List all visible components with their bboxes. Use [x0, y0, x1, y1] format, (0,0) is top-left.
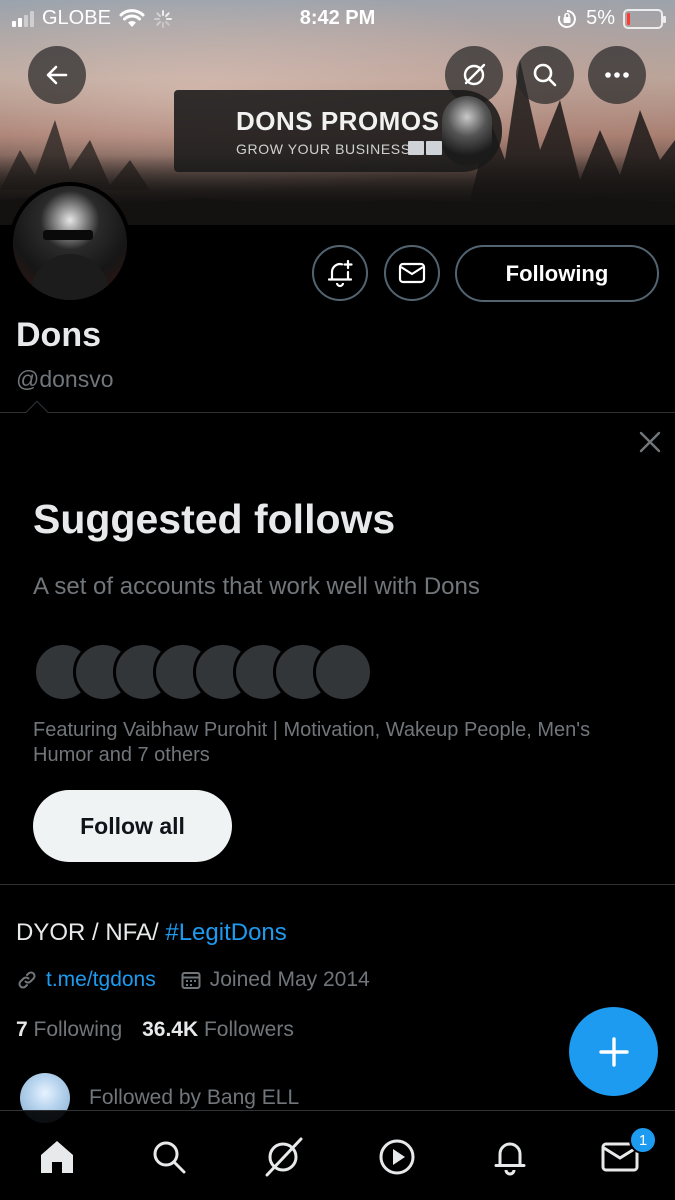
book-icon [408, 141, 442, 155]
status-bar: GLOBE 8:42 PM 5% [0, 0, 675, 40]
battery-icon [623, 8, 666, 29]
bio-hashtag-link[interactable]: #LegitDons [165, 919, 286, 946]
search-button[interactable] [516, 46, 574, 104]
back-arrow-icon [46, 65, 68, 85]
messages-badge: 1 [629, 1126, 657, 1154]
suggested-subtitle: A set of accounts that work well with Do… [33, 573, 480, 600]
home-icon [41, 1141, 73, 1173]
grok-icon [463, 63, 486, 86]
following-button[interactable]: Following [455, 245, 659, 302]
bio-text: DYOR / NFA/ [16, 919, 166, 946]
avatar-image [13, 186, 127, 300]
follow-counts: 7 Following 36.4K Followers [16, 1018, 294, 1042]
followers-count-link[interactable]: 36.4K Followers [142, 1018, 294, 1041]
divider [0, 412, 675, 413]
follow-all-button[interactable]: Follow all [33, 790, 232, 862]
play-icon [379, 1139, 415, 1175]
profile-name: Dons [16, 316, 101, 354]
search-icon [153, 1141, 186, 1174]
status-right: 5% [556, 7, 666, 30]
notify-button[interactable] [312, 245, 368, 301]
bottom-tab-bar [0, 1110, 675, 1200]
featuring-text: Featuring Vaibhaw Purohit | Motivation, … [33, 719, 591, 766]
tab-home[interactable] [35, 1135, 79, 1179]
followers-label: Followers [203, 1018, 294, 1041]
mail-icon [398, 262, 426, 284]
close-icon [639, 431, 661, 453]
grok-icon [265, 1137, 303, 1177]
profile-meta: t.me/tgdons Joined May 2014 [16, 966, 370, 994]
suggested-avatar [313, 642, 373, 702]
following-count: 7 [16, 1018, 28, 1041]
dismiss-button[interactable] [636, 428, 664, 456]
message-button[interactable] [384, 245, 440, 301]
following-count-link[interactable]: 7 Following [16, 1018, 122, 1041]
calendar-icon [181, 972, 201, 989]
banner-subtitle: GROW YOUR BUSINESS [236, 141, 411, 157]
profile-handle: @donsvo [16, 366, 114, 392]
followers-count: 36.4K [142, 1018, 199, 1041]
tab-notifications[interactable] [488, 1135, 532, 1179]
more-icon [605, 72, 629, 78]
link-icon [18, 971, 36, 989]
tab-video[interactable] [375, 1135, 419, 1179]
search-icon [533, 63, 557, 87]
followed-by-text: Followed by Bang ELL [89, 1086, 300, 1109]
orientation-lock-icon [558, 9, 576, 28]
battery-percent: 5% [586, 7, 615, 29]
notification-plus-icon [327, 259, 353, 288]
avatar[interactable] [9, 182, 131, 304]
more-button[interactable] [588, 46, 646, 104]
pointer-caret [25, 400, 49, 424]
bell-icon [494, 1142, 526, 1176]
joined-date: Joined May 2014 [209, 968, 370, 991]
divider [0, 884, 675, 885]
tab-search[interactable] [147, 1135, 191, 1179]
suggested-title: Suggested follows [33, 496, 396, 542]
profile-bio: DYOR / NFA/ #LegitDons [16, 919, 287, 947]
compose-button[interactable] [569, 1007, 658, 1096]
back-button[interactable] [28, 46, 86, 104]
banner-title: DONS PROMOS [236, 106, 440, 136]
banner-logo: DONS PROMOS GROW YOUR BUSINESS [174, 90, 502, 172]
banner-character [442, 96, 492, 166]
plus-icon [598, 1036, 629, 1067]
suggested-avatars[interactable] [33, 642, 393, 702]
following-label: Following [33, 1018, 123, 1041]
profile-link[interactable]: t.me/tgdons [46, 968, 156, 992]
tab-grok[interactable] [261, 1135, 305, 1179]
